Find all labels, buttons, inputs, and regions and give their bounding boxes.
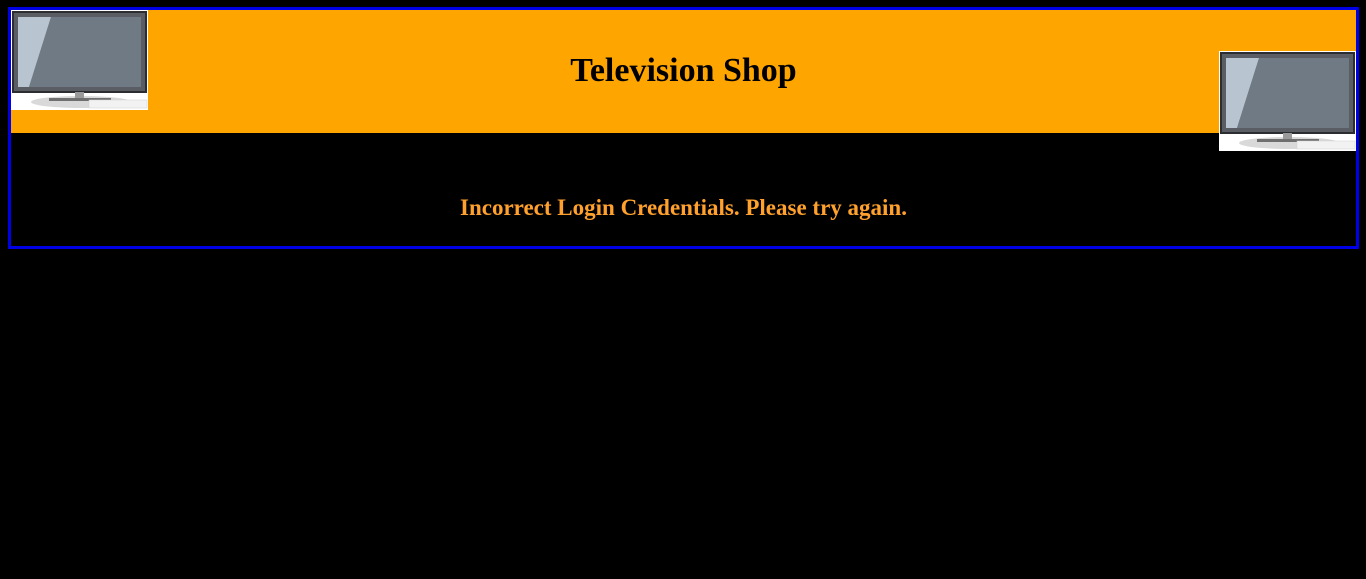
login-error-message: Incorrect Login Credentials. Please try … bbox=[460, 195, 907, 220]
television-icon bbox=[11, 10, 148, 110]
television-icon bbox=[1219, 51, 1356, 151]
page-frame: Television Shop Incorrect Login Credenti… bbox=[8, 7, 1359, 249]
header-banner: Television Shop bbox=[11, 10, 1356, 133]
page-title: Television Shop bbox=[570, 52, 797, 89]
